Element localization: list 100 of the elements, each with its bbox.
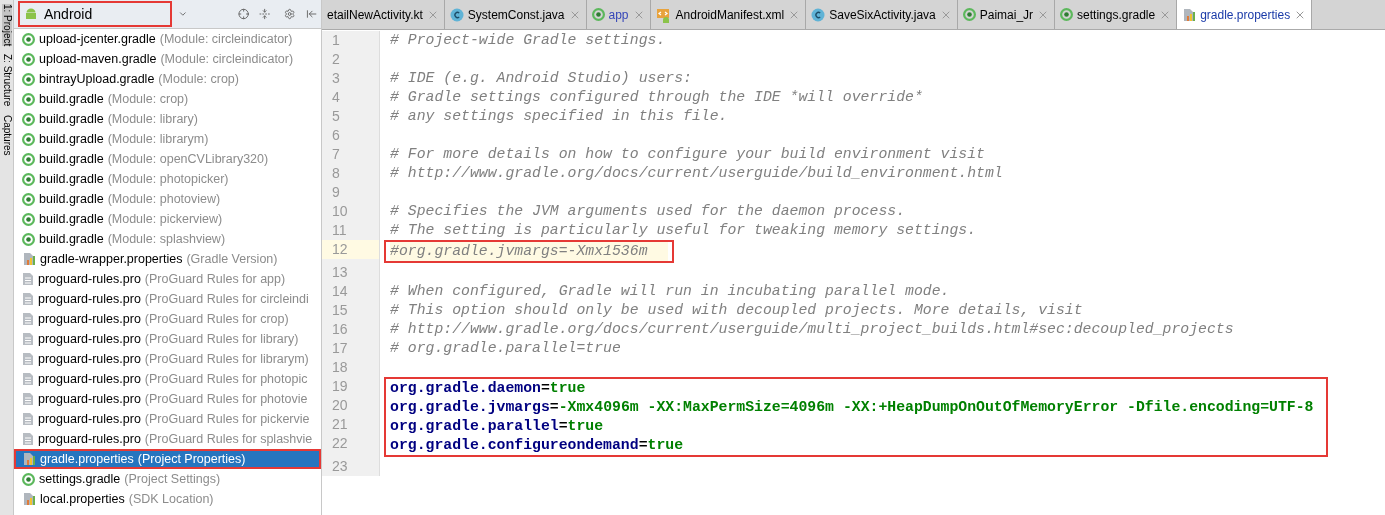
gradle-file-icon (22, 52, 35, 66)
tool-window-tab[interactable]: Captures (1, 114, 12, 156)
tree-item[interactable]: proguard-rules.pro (ProGuard Rules for library) (14, 329, 321, 349)
tree-item[interactable]: proguard-rules.pro (ProGuard Rules for librarym) (14, 349, 321, 369)
gradle-file-icon (22, 132, 35, 146)
tree-item[interactable]: build.gradle (Module: pickerview) (14, 209, 321, 229)
editor-tab[interactable]: etailNewActivity.kt (322, 0, 445, 29)
gradle-file-icon (22, 172, 35, 186)
line-number: 1 (332, 31, 340, 50)
gradle-file-icon (22, 72, 35, 86)
line-number: 10 (332, 202, 348, 221)
gradle-file-icon (22, 232, 35, 246)
text-file-icon (22, 332, 34, 346)
line-number: 12 (332, 240, 348, 259)
tool-window-tab[interactable]: Z: Structure (1, 54, 12, 107)
code-comment: # When configured, Gradle will run in incubating parallel mode. (390, 282, 950, 302)
code-comment: # Specifies the JVM arguments used for the daemon process. (390, 202, 905, 222)
code-line: org.gradle.jvmargs=-Xmx4096m -XX:MaxPermSize=4096m -XX:+HeapDumpOnOutOfMemoryError -Dfile.encoding=UTF-8 (390, 398, 1314, 418)
code-comment: # IDE (e.g. Android Studio) users: (390, 69, 692, 89)
manifest-icon (655, 6, 672, 23)
android-icon (24, 7, 38, 21)
text-file-icon (22, 352, 34, 366)
text-file-icon (22, 392, 34, 406)
code-comment: # Gradle settings configured through the IDE *will override* (390, 88, 923, 108)
gradle-file-icon (22, 92, 35, 106)
code-comment: #org.gradle.jvmargs=-Xmx1536m (390, 242, 648, 262)
code-comment: # Project-wide Gradle settings. (390, 31, 666, 51)
line-number: 8 (332, 164, 340, 183)
tree-item[interactable]: build.gradle (Module: splashview) (14, 229, 321, 249)
tree-item[interactable]: proguard-rules.pro (ProGuard Rules for photopic (14, 369, 321, 389)
line-number: 6 (332, 126, 340, 145)
line-number: 11 (332, 221, 347, 240)
tree-item[interactable]: proguard-rules.pro (ProGuard Rules for splashvie (14, 429, 321, 449)
tree-item[interactable]: proguard-rules.pro (ProGuard Rules for photovie (14, 389, 321, 409)
line-number: 16 (332, 320, 348, 339)
editor-tab[interactable]: gradle.properties (1177, 0, 1313, 29)
line-number: 17 (332, 339, 348, 358)
tree-item[interactable]: proguard-rules.pro (ProGuard Rules for pickervie (14, 409, 321, 429)
view-selector[interactable]: Android (18, 1, 173, 27)
tree-item[interactable]: proguard-rules.pro (ProGuard Rules for circleindi (14, 289, 321, 309)
tree-item[interactable]: local.properties (SDK Location) (14, 489, 321, 509)
line-number: 4 (332, 88, 340, 107)
editor-tab[interactable]: AndroidManifest.xml (650, 0, 807, 29)
text-file-icon (22, 312, 34, 326)
settings-icon[interactable] (284, 7, 296, 21)
code-line: org.gradle.parallel=true (390, 417, 604, 437)
tree-item[interactable]: build.gradle (Module: openCVLibrary320) (14, 149, 321, 169)
line-number: 18 (332, 358, 348, 377)
line-number: 2 (332, 50, 340, 69)
class-icon (449, 7, 464, 22)
gradle-file-icon (591, 8, 605, 21)
tool-window-tab[interactable]: 1: Project (1, 4, 12, 47)
line-number: 15 (332, 301, 348, 320)
locate-icon[interactable] (237, 7, 250, 21)
tree-item[interactable]: build.gradle (Module: librarym) (14, 129, 321, 149)
line-number: 9 (332, 183, 340, 202)
gradle-file-icon (22, 212, 35, 226)
line-number: 22 (332, 434, 348, 453)
tree-item[interactable]: gradle.properties (Project Properties) (14, 449, 321, 469)
collapse-icon[interactable] (259, 7, 271, 21)
properties-file-icon (22, 492, 36, 506)
code-comment: # For more details on how to configure your build environment visit (390, 145, 985, 165)
tree-item[interactable]: settings.gradle (Project Settings) (14, 469, 321, 489)
code-line: org.gradle.configureondemand=true (390, 436, 684, 456)
editor-tab[interactable]: SaveSixActivity.java (806, 0, 958, 29)
gradle-file-icon (962, 8, 976, 21)
tree-item[interactable]: gradle-wrapper.properties (Gradle Version) (14, 249, 321, 269)
text-file-icon (22, 412, 34, 426)
editor-tab[interactable]: app (586, 0, 651, 29)
line-number: 19 (332, 377, 348, 396)
text-file-icon (22, 432, 34, 446)
tree-item[interactable]: bintrayUpload.gradle (Module: crop) (14, 69, 321, 89)
editor-tab[interactable]: SystemConst.java (444, 0, 587, 29)
tree-item[interactable]: build.gradle (Module: photopicker) (14, 169, 321, 189)
line-number: 5 (332, 107, 340, 126)
tree-item[interactable]: build.gradle (Module: photoview) (14, 189, 321, 209)
tree-item[interactable]: build.gradle (Module: library) (14, 109, 321, 129)
code-line: org.gradle.daemon=true (390, 379, 586, 399)
editor-tab[interactable]: Paimai_Jr (957, 0, 1056, 29)
tree-item[interactable]: proguard-rules.pro (ProGuard Rules for crop) (14, 309, 321, 329)
gradle-file-icon (1060, 8, 1074, 21)
code-comment: # any settings specified in this file. (390, 107, 728, 127)
text-file-icon (22, 292, 34, 306)
code-comment: # The setting is particularly useful for tweaking memory settings. (390, 221, 977, 241)
text-file-icon (22, 372, 34, 386)
code-comment: # http://www.gradle.org/docs/current/userguide/multi_project_builds.html#sec:decoupled_projects (390, 320, 1234, 340)
tree-item[interactable]: upload-jcenter.gradle (Module: circleindicator) (14, 29, 321, 49)
code-comment: # This option should only be used with decoupled projects. More details, visit (390, 301, 1083, 321)
hide-icon[interactable] (305, 7, 317, 21)
gradle-file-icon (22, 472, 35, 486)
properties-file-icon (22, 452, 36, 466)
tree-item[interactable]: build.gradle (Module: crop) (14, 89, 321, 109)
line-number: 7 (332, 145, 340, 164)
tree-item[interactable]: upload-maven.gradle (Module: circleindicator) (14, 49, 321, 69)
properties-file-icon (22, 252, 36, 266)
tree-item[interactable]: proguard-rules.pro (ProGuard Rules for app) (14, 269, 321, 289)
code-comment: # org.gradle.parallel=true (390, 339, 621, 359)
gradle-file-icon (22, 112, 35, 126)
line-number: 20 (332, 396, 348, 415)
gradle-file-icon (22, 32, 35, 46)
